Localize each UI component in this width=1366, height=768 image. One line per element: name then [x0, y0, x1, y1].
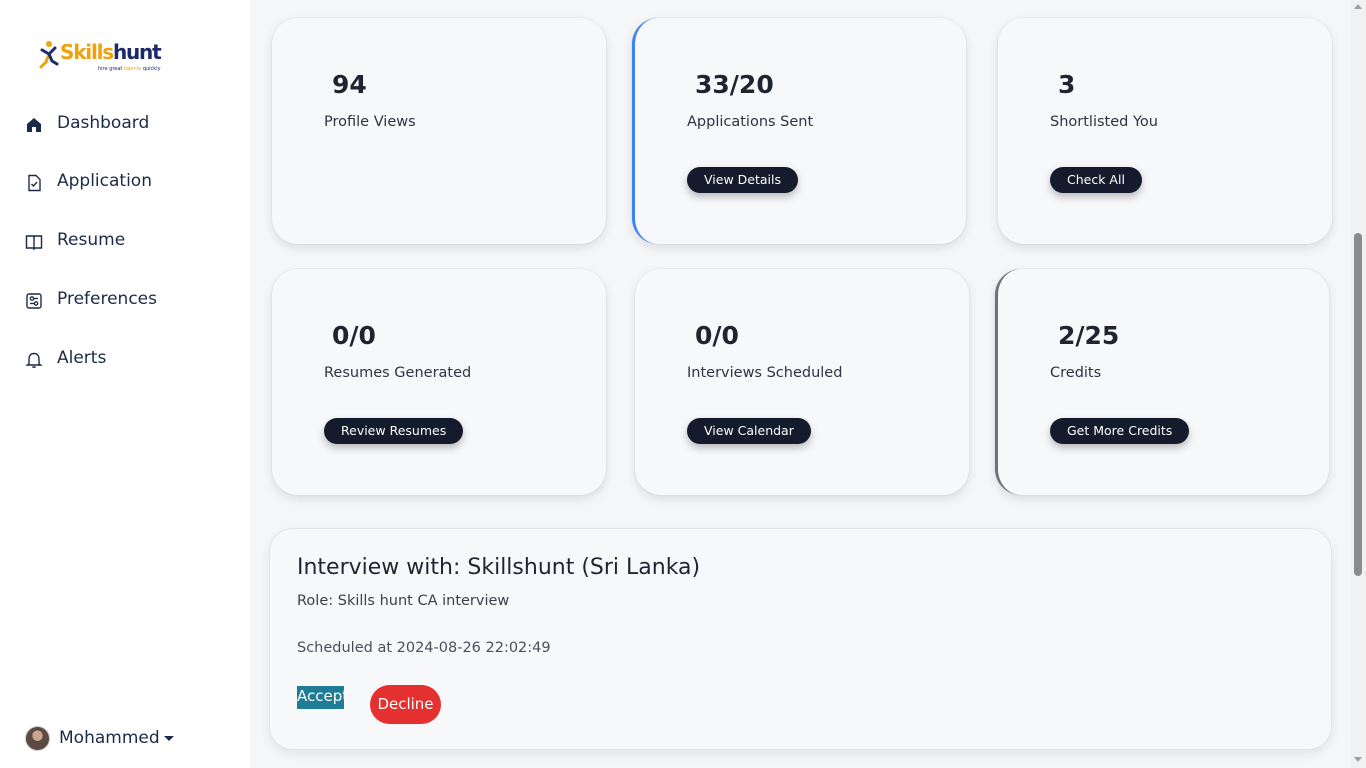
avatar — [25, 725, 50, 751]
accept-button[interactable]: Accept — [297, 686, 348, 709]
view-details-button[interactable]: View Details — [687, 167, 798, 193]
stat-caption: Applications Sent — [687, 114, 814, 130]
stat-caption: Interviews Scheduled — [687, 365, 843, 381]
home-icon — [27, 118, 41, 132]
get-more-credits-button[interactable]: Get More Credits — [1050, 418, 1190, 444]
scroll-down-arrow-icon[interactable] — [1354, 757, 1362, 762]
logo-wordmark: Skillshunt — [60, 40, 162, 64]
stat-card-shortlisted: 3 Shortlisted You Check All — [998, 18, 1332, 244]
interview-title: Interview with: Skillshunt (Sri Lanka) — [297, 555, 701, 580]
sidebar-item-resume[interactable]: Resume — [0, 221, 250, 261]
stat-card-credits: 2/25 Credits Get More Credits — [995, 269, 1329, 495]
stat-caption: Resumes Generated — [324, 365, 472, 381]
stat-caption: Profile Views — [324, 114, 416, 130]
bell-icon — [25, 352, 43, 368]
stat-value: 94 — [332, 70, 367, 99]
stat-value: 3 — [1058, 70, 1076, 99]
stat-value: 0/0 — [695, 321, 739, 350]
page-scrollbar[interactable] — [1351, 0, 1366, 768]
book-icon — [25, 235, 43, 251]
interview-role: Role: Skills hunt CA interview — [297, 593, 510, 609]
caret-down-icon — [163, 735, 174, 741]
sidebar-item-preferences[interactable]: Preferences — [0, 280, 250, 320]
scroll-up-arrow-icon[interactable] — [1354, 4, 1362, 9]
sliders-icon — [26, 293, 42, 309]
sidebar-item-label: Alerts — [57, 348, 107, 368]
stat-card-resumes-generated: 0/0 Resumes Generated Review Resumes — [272, 269, 606, 495]
logo-figure-icon — [39, 41, 59, 69]
interview-scheduled-time: Scheduled at 2024-08-26 22:02:49 — [297, 640, 551, 656]
stat-card-applications-sent: 33/20 Applications Sent View Details — [632, 18, 966, 244]
sidebar-item-label: Dashboard — [57, 113, 150, 133]
view-calendar-button[interactable]: View Calendar — [687, 418, 811, 444]
check-all-button[interactable]: Check All — [1050, 167, 1142, 193]
review-resumes-button[interactable]: Review Resumes — [324, 418, 464, 444]
sidebar-item-application[interactable]: Application — [0, 162, 250, 202]
stat-value: 0/0 — [332, 321, 376, 350]
stat-card-profile-views: 94 Profile Views — [272, 18, 606, 244]
scrollbar-thumb[interactable] — [1354, 233, 1362, 576]
stat-caption: Credits — [1050, 365, 1102, 381]
user-name: Mohammed — [59, 728, 160, 748]
logo-tagline: hire great talents quickly — [98, 66, 161, 72]
interview-card: Interview with: Skillshunt (Sri Lanka) R… — [269, 528, 1332, 750]
stat-caption: Shortlisted You — [1050, 114, 1158, 130]
stat-card-interviews-scheduled: 0/0 Interviews Scheduled View Calendar — [635, 269, 969, 495]
sidebar-item-label: Application — [57, 171, 152, 191]
user-menu[interactable]: Mohammed — [25, 725, 174, 751]
sidebar-item-label: Resume — [57, 230, 126, 250]
sidebar: Skillshunt hire great talents quickly Da… — [0, 0, 250, 768]
stat-value: 33/20 — [695, 70, 774, 99]
file-check-icon — [28, 174, 41, 192]
skillshunt-logo[interactable]: Skillshunt hire great talents quickly — [38, 38, 162, 78]
stat-value: 2/25 — [1058, 321, 1120, 350]
sidebar-item-alerts[interactable]: Alerts — [0, 339, 250, 379]
decline-button[interactable]: Decline — [370, 685, 441, 724]
sidebar-item-dashboard[interactable]: Dashboard — [0, 104, 250, 144]
sidebar-item-label: Preferences — [57, 289, 157, 309]
